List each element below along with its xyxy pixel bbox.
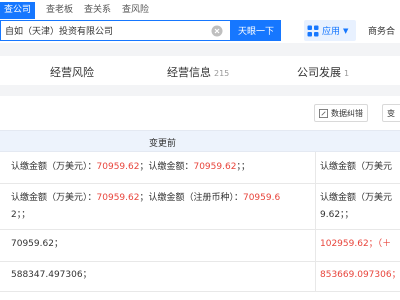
changed-value: 70959.62 — [193, 162, 237, 172]
search-row: 天眼一下 应用 ▼ 商务合 — [0, 19, 400, 43]
data-correction-label: 数据纠错 — [331, 108, 363, 118]
before-cell: 认缴金额（万美元）：70959.62；认缴金额：70959.62；； — [0, 152, 315, 183]
before-cell: 认缴金额（万美元）：70959.62；认缴金额（注册币种）：70959.6 2；… — [0, 184, 315, 229]
table-row: 认缴金额（万美元）：70959.62；认缴金额：70959.62；； 认缴金额（… — [0, 152, 400, 184]
before-cell: 588347.497306； — [0, 262, 315, 291]
table-header: 变更前 — [0, 130, 400, 152]
change-button[interactable]: 变 — [382, 104, 400, 122]
tab-company-development[interactable]: 公司发展 1 — [297, 64, 349, 80]
after-text: 认缴金额（万美元 — [320, 162, 393, 172]
spacer — [0, 85, 400, 96]
after-text-line2: 9.62；； — [320, 210, 354, 220]
edit-icon — [319, 108, 328, 118]
change-label: 变 — [387, 108, 395, 118]
tab-company[interactable]: 查公司 — [0, 2, 36, 19]
text-part: ；； — [236, 162, 250, 172]
before-text: 70959.62； — [11, 239, 63, 249]
clear-circle-icon[interactable] — [211, 25, 223, 37]
tab-label: 经营风险 — [50, 66, 94, 79]
tab-boss[interactable]: 查老板 — [46, 3, 73, 19]
apps-button[interactable]: 应用 ▼ — [304, 20, 356, 41]
top-nav: 查公司 查老板 查关系 查风险 — [0, 0, 400, 19]
text-part: 认缴金额（万美元）： — [11, 193, 97, 203]
tab-count: 215 — [214, 69, 230, 78]
before-cell: 70959.62； — [0, 230, 315, 261]
section-tabs: 经营风险 经营信息 215 公司发展 1 — [0, 56, 400, 85]
table-row: 588347.497306； 853669.097306； — [0, 262, 400, 292]
text-part: ；认缴金额（注册币种）： — [139, 193, 243, 203]
table-row: 70959.62； 102959.62；（＋ — [0, 230, 400, 262]
before-text: 认缴金额（万美元）：70959.62；认缴金额：70959.62；； — [11, 159, 315, 176]
spacer — [0, 43, 400, 56]
caret-down-icon: ▼ — [343, 26, 349, 35]
before-text-line2: 2；； — [11, 210, 31, 220]
tab-relation[interactable]: 查关系 — [84, 3, 111, 19]
changed-value: 70959.62 — [96, 193, 140, 203]
bizcare-link[interactable]: 商务合 — [368, 24, 395, 37]
after-text: 853669.097306； — [320, 270, 400, 280]
changed-value: 70959.62 — [96, 162, 140, 172]
text-part: 认缴金额（万美元）： — [11, 162, 97, 172]
after-cell: 102959.62；（＋ — [315, 230, 400, 261]
tab-label: 公司发展 — [297, 66, 341, 79]
tab-risk[interactable]: 查风险 — [122, 3, 149, 19]
app-grid-icon — [307, 25, 319, 36]
search-button[interactable]: 天眼一下 — [231, 20, 281, 41]
search-input[interactable] — [5, 21, 203, 40]
after-cell: 853669.097306； — [315, 262, 400, 291]
change-table: 变更前 认缴金额（万美元）：70959.62；认缴金额：70959.62；； 认… — [0, 130, 400, 300]
changed-value: 70959.6 — [242, 193, 281, 203]
tab-business-risk[interactable]: 经营风险 — [50, 64, 94, 80]
column-header-before: 变更前 — [149, 139, 177, 149]
tab-count: 1 — [344, 69, 350, 78]
text-part: ；认缴金额： — [139, 162, 194, 172]
before-text: 认缴金额（万美元）：70959.62；认缴金额（注册币种）：70959.6 — [11, 190, 315, 207]
after-cell: 认缴金额（万美元 9.62；； — [315, 184, 400, 229]
after-text: 102959.62；（＋ — [320, 239, 392, 249]
after-text: 认缴金额（万美元 — [320, 193, 393, 203]
data-correction-button[interactable]: 数据纠错 — [314, 104, 368, 122]
tab-business-info[interactable]: 经营信息 215 — [167, 64, 229, 80]
table-row: 认缴金额（万美元）：70959.62；认缴金额（注册币种）：70959.6 2；… — [0, 184, 400, 230]
tab-label: 经营信息 — [167, 66, 211, 79]
before-text: 588347.497306； — [11, 270, 92, 280]
apps-label: 应用 — [322, 27, 341, 37]
search-box — [0, 20, 231, 41]
toolbar: 数据纠错 变 — [0, 96, 400, 130]
after-cell: 认缴金额（万美元 — [315, 152, 400, 183]
